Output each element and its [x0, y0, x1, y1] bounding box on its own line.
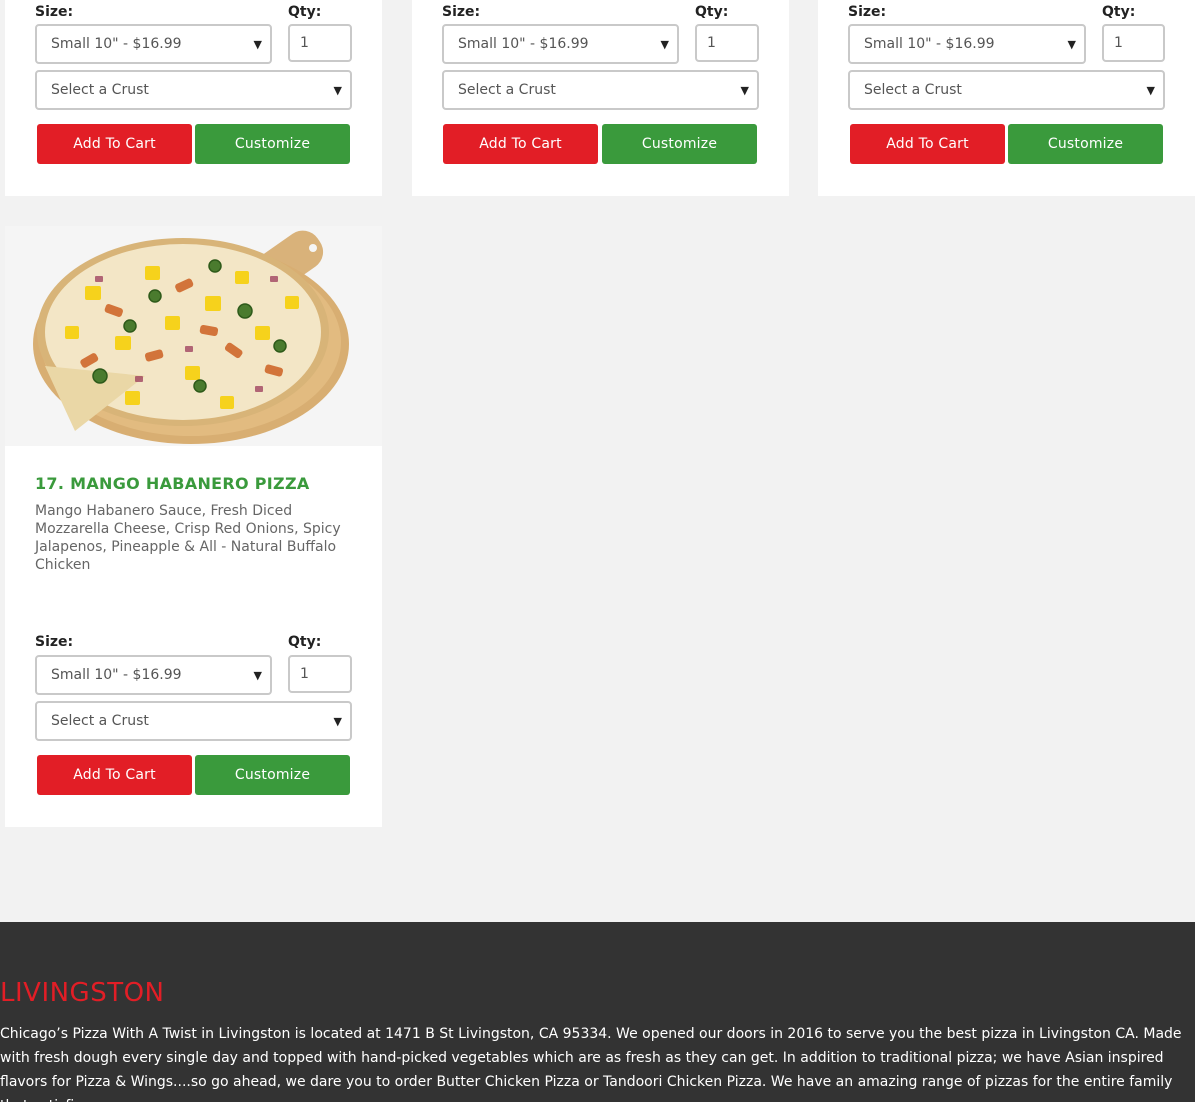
qty-label: Qty: [695, 4, 729, 20]
chevron-down-icon: ▼ [660, 37, 669, 51]
add-to-cart-button[interactable]: Add To Cart [850, 124, 1005, 164]
chevron-down-icon: ▼ [253, 668, 262, 682]
chevron-down-icon: ▼ [740, 83, 749, 97]
customize-button[interactable]: Customize [195, 755, 350, 795]
customize-button[interactable]: Customize [602, 124, 757, 164]
size-select-value: Small 10" - $16.99 [51, 36, 182, 52]
size-select[interactable]: Small 10" - $16.99 ▼ [442, 24, 679, 64]
footer: LIVINGSTON Chicago’s Pizza With A Twist … [0, 922, 1195, 1102]
qty-input[interactable]: 1 [288, 24, 352, 62]
chevron-down-icon: ▼ [1067, 37, 1076, 51]
chevron-down-icon: ▼ [333, 714, 342, 728]
qty-label: Qty: [288, 634, 322, 650]
product-description: Mango Habanero Sauce, Fresh Diced Mozzar… [35, 503, 341, 573]
size-select[interactable]: Small 10" - $16.99 ▼ [35, 24, 272, 64]
chevron-down-icon: ▼ [333, 83, 342, 97]
crust-select-value: Select a Crust [864, 82, 962, 98]
chevron-down-icon: ▼ [1146, 83, 1155, 97]
crust-select-value: Select a Crust [51, 82, 149, 98]
product-card: Size: Qty: Small 10" - $16.99 ▼ 1 Select… [412, 0, 789, 196]
qty-input[interactable]: 1 [288, 655, 352, 693]
crust-select[interactable]: Select a Crust ▼ [442, 70, 759, 110]
crust-select[interactable]: Select a Crust ▼ [35, 70, 352, 110]
qty-input[interactable]: 1 [695, 24, 759, 62]
qty-input[interactable]: 1 [1102, 24, 1165, 62]
footer-title: LIVINGSTON [0, 978, 165, 1008]
add-to-cart-button[interactable]: Add To Cart [443, 124, 598, 164]
add-to-cart-button[interactable]: Add To Cart [37, 124, 192, 164]
size-select-value: Small 10" - $16.99 [51, 667, 182, 683]
customize-button[interactable]: Customize [195, 124, 350, 164]
size-label: Size: [848, 4, 887, 20]
qty-label: Qty: [1102, 4, 1136, 20]
size-select[interactable]: Small 10" - $16.99 ▼ [848, 24, 1086, 64]
chevron-down-icon: ▼ [253, 37, 262, 51]
qty-label: Qty: [288, 4, 322, 20]
size-select-value: Small 10" - $16.99 [458, 36, 589, 52]
size-select-value: Small 10" - $16.99 [864, 36, 995, 52]
product-card: Size: Qty: Small 10" - $16.99 ▼ 1 Select… [818, 0, 1195, 196]
size-label: Size: [442, 4, 481, 20]
pizza-image[interactable] [5, 226, 382, 446]
crust-select-value: Select a Crust [51, 713, 149, 729]
size-label: Size: [35, 634, 74, 650]
customize-button[interactable]: Customize [1008, 124, 1163, 164]
product-card: 17. MANGO HABANERO PIZZA Mango Habanero … [5, 226, 382, 827]
size-select[interactable]: Small 10" - $16.99 ▼ [35, 655, 272, 695]
crust-select[interactable]: Select a Crust ▼ [35, 701, 352, 741]
product-title[interactable]: 17. MANGO HABANERO PIZZA [35, 474, 310, 493]
product-card: Size: Qty: Small 10" - $16.99 ▼ 1 Select… [5, 0, 382, 196]
footer-description: Chicago’s Pizza With A Twist in Livingst… [0, 1026, 1182, 1102]
crust-select-value: Select a Crust [458, 82, 556, 98]
size-label: Size: [35, 4, 74, 20]
add-to-cart-button[interactable]: Add To Cart [37, 755, 192, 795]
crust-select[interactable]: Select a Crust ▼ [848, 70, 1165, 110]
